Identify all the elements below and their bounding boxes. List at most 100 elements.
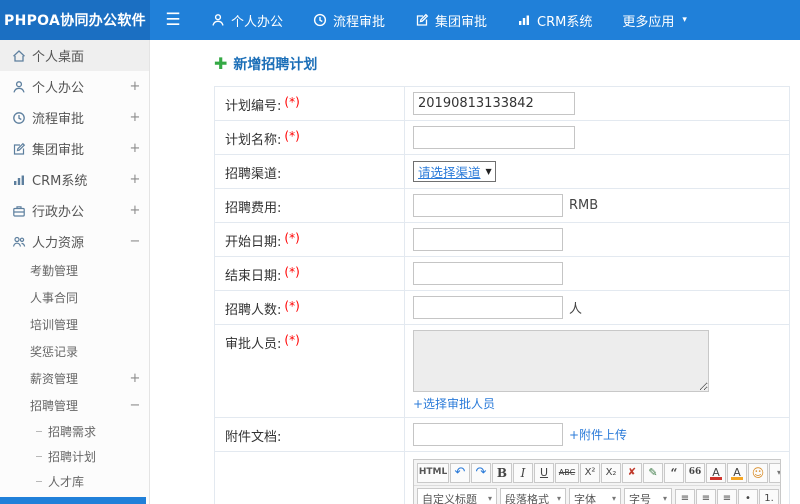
headcount-unit: 人 — [569, 302, 583, 317]
nav-group-approval[interactable]: 集团审批 — [400, 0, 502, 40]
upload-attachment-link[interactable]: +附件上传 — [569, 426, 627, 443]
page-title-text: 新增招聘计划 — [233, 57, 318, 73]
attachment-input[interactable] — [413, 423, 563, 446]
required-mark: (*) — [284, 299, 300, 313]
expand-toggle[interactable]: + — [129, 172, 141, 187]
required-mark: (*) — [284, 95, 300, 109]
sidebar-item-personal-office[interactable]: 个人办公 + — [0, 71, 149, 102]
font-size-select[interactable]: 字号 ▾ — [624, 488, 672, 504]
chevron-down-icon: ▾ — [662, 494, 667, 503]
sidebar-item-recruit-demand[interactable]: 招聘需求 — [0, 419, 149, 444]
paragraph-format-select[interactable]: 段落格式 ▾ — [500, 488, 566, 504]
sidebar-item-recruitment[interactable]: 招聘管理 − — [0, 392, 149, 419]
clock-icon — [12, 111, 32, 125]
clock-icon — [313, 13, 327, 27]
bullet-dash-icon — [36, 431, 42, 432]
redo-button[interactable]: ↷ — [471, 462, 491, 483]
bold-button[interactable]: B — [492, 462, 512, 483]
sidebar-item-partial[interactable] — [0, 497, 146, 504]
app-logo[interactable]: PHPOA协同办公软件 — [0, 0, 150, 40]
html-source-button[interactable]: HTML — [417, 462, 449, 483]
sidebar-item-workflow-approval[interactable]: 流程审批 + — [0, 102, 149, 133]
subscript-button[interactable]: X₂ — [601, 462, 621, 483]
approvers-textarea[interactable] — [413, 330, 709, 392]
strikethrough-button[interactable]: ABC — [555, 462, 579, 483]
plan-name-input[interactable] — [413, 126, 575, 149]
unordered-list-button[interactable]: • — [738, 488, 758, 504]
expand-toggle[interactable]: + — [129, 203, 141, 218]
align-center-button[interactable]: ≡ — [696, 488, 716, 504]
plan-no-input[interactable] — [413, 92, 575, 115]
fee-unit: RMB — [569, 198, 599, 213]
font-family-select[interactable]: 字体 ▾ — [569, 488, 621, 504]
chevron-down-icon: ▾ — [556, 494, 561, 503]
font-color-button[interactable]: A — [706, 462, 726, 483]
sidebar: 个人桌面 个人办公 + 流程审批 + 集团审批 + CRM系统 + 行政办公 +… — [0, 40, 150, 504]
form-row-content-editor: HTML ↶ ↷ B I U ABC X² X₂ ✘ ✎ “ 66 A A ☺ … — [215, 452, 789, 504]
format-brush-button[interactable]: ✎ — [643, 462, 663, 483]
blockquote-button[interactable]: “ — [664, 462, 684, 483]
align-right-button[interactable]: ≡ — [717, 488, 737, 504]
remove-format-button[interactable]: ✘ — [622, 462, 642, 483]
underline-button[interactable]: U — [534, 462, 554, 483]
superscript-button[interactable]: X² — [580, 462, 600, 483]
custom-title-select[interactable]: 自定义标题 ▾ — [417, 488, 497, 504]
undo-button[interactable]: ↶ — [450, 462, 470, 483]
ordered-list-button[interactable]: 1. — [759, 488, 779, 504]
collapse-toggle[interactable]: − — [129, 234, 141, 249]
field-label: 附件文档: — [225, 430, 282, 445]
required-mark: (*) — [284, 231, 300, 245]
users-icon — [12, 235, 32, 249]
sidebar-item-training[interactable]: 培训管理 — [0, 311, 149, 338]
briefcase-icon — [12, 204, 32, 218]
fee-input[interactable] — [413, 194, 563, 217]
form-row-headcount: 招聘人数: (*) 人 — [215, 291, 789, 325]
home-icon — [12, 49, 32, 63]
bar-chart-icon — [517, 13, 531, 27]
sidebar-item-attendance[interactable]: 考勤管理 — [0, 257, 149, 284]
nav-crm-system[interactable]: CRM系统 — [502, 0, 607, 40]
chevron-down-icon: ▾ — [611, 494, 616, 503]
nav-more-apps[interactable]: 更多应用 ▾ — [607, 0, 702, 40]
sidebar-item-crm[interactable]: CRM系统 + — [0, 164, 149, 195]
form-row-approvers: 审批人员: (*) +选择审批人员 — [215, 325, 789, 418]
form-row-end-date: 结束日期: (*) — [215, 257, 789, 291]
sidebar-item-personnel-contract[interactable]: 人事合同 — [0, 284, 149, 311]
page-body: 个人桌面 个人办公 + 流程审批 + 集团审批 + CRM系统 + 行政办公 +… — [0, 40, 800, 504]
sidebar-hr-submenu: 考勤管理 人事合同 培训管理 奖惩记录 薪资管理 + 招聘管理 − — [0, 257, 149, 419]
expand-toggle[interactable]: + — [129, 371, 141, 386]
collapse-toggle[interactable]: − — [129, 398, 141, 413]
hamburger-menu-icon[interactable]: ☰ — [150, 0, 196, 40]
start-date-input[interactable] — [413, 228, 563, 251]
expand-toggle[interactable]: + — [129, 79, 141, 94]
channel-select[interactable]: 请选择渠道 ▼ — [413, 161, 496, 182]
sidebar-item-hr[interactable]: 人力资源 − — [0, 226, 149, 257]
end-date-input[interactable] — [413, 262, 563, 285]
expand-toggle[interactable]: + — [129, 110, 141, 125]
bullet-dash-icon — [36, 481, 42, 482]
sidebar-item-recruit-plan[interactable]: 招聘计划 — [0, 444, 149, 469]
sidebar-item-talent-pool[interactable]: 人才库 — [0, 469, 149, 494]
sidebar-item-salary[interactable]: 薪资管理 + — [0, 365, 149, 392]
recruit-plan-form: 计划编号: (*) 计划名称: (*) 招聘渠道: — [214, 86, 790, 504]
align-left-button[interactable]: ≡ — [675, 488, 695, 504]
sidebar-item-rewards[interactable]: 奖惩记录 — [0, 338, 149, 365]
sidebar-item-group-approval[interactable]: 集团审批 + — [0, 133, 149, 164]
nav-workflow-approval[interactable]: 流程审批 — [298, 0, 400, 40]
emoticon-button[interactable]: ☺ — [748, 462, 768, 483]
form-row-attachment: 附件文档: +附件上传 — [215, 418, 789, 452]
sidebar-item-desktop[interactable]: 个人桌面 — [0, 40, 149, 71]
headcount-input[interactable] — [413, 296, 563, 319]
chevron-down-icon: ▾ — [487, 494, 492, 503]
nav-label: CRM系统 — [537, 14, 593, 30]
field-label: 审批人员: — [225, 337, 282, 352]
field-label: 结束日期: — [225, 269, 282, 284]
choose-approvers-link[interactable]: +选择审批人员 — [413, 395, 495, 412]
expand-toggle[interactable]: + — [129, 141, 141, 156]
highlight-color-button[interactable]: A — [727, 462, 747, 483]
more-tools-dropdown[interactable]: ▾ — [769, 462, 780, 483]
nav-personal-office[interactable]: 个人办公 — [196, 0, 298, 40]
sidebar-item-admin-office[interactable]: 行政办公 + — [0, 195, 149, 226]
italic-button[interactable]: I — [513, 462, 533, 483]
quote-button[interactable]: 66 — [685, 462, 705, 483]
